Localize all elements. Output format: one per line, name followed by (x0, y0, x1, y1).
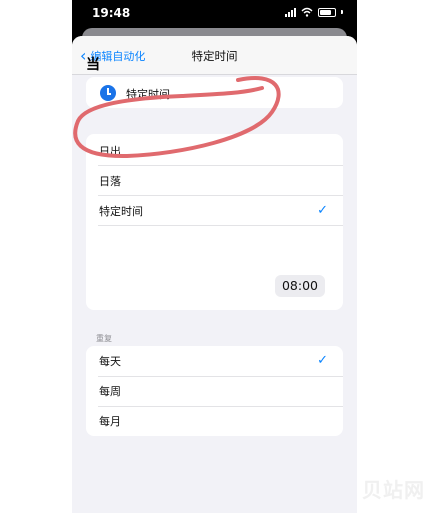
option-sunrise[interactable]: 日出 (86, 143, 343, 165)
battery-icon (318, 7, 336, 17)
phone-screen: 19:48 ‹ 编辑自动化 特定时间 当 特定时间 日出 日落 特定时间 ✓ 0… (72, 0, 357, 513)
selected-trigger-card[interactable]: 特定时间 (86, 77, 343, 108)
navigation-bar: ‹ 编辑自动化 特定时间 (72, 36, 357, 75)
repeat-option-weekly[interactable]: 每周 (86, 383, 343, 405)
trigger-options-card: 日出 日落 特定时间 ✓ 08:00 (86, 134, 343, 310)
checkmark-icon: ✓ (317, 203, 328, 218)
repeat-option-monthly[interactable]: 每月 (86, 413, 343, 435)
checkmark-icon: ✓ (317, 353, 328, 368)
wifi-icon (301, 7, 313, 17)
status-bar: 19:48 (72, 0, 357, 28)
repeat-header: 重复 (96, 334, 112, 343)
option-specific-time[interactable]: 特定时间 ✓ (86, 203, 343, 225)
option-label: 每周 (99, 385, 121, 398)
selected-trigger-label: 特定时间 (126, 88, 170, 101)
divider (98, 406, 343, 407)
battery-tip (341, 10, 343, 14)
repeat-option-daily[interactable]: 每天 ✓ (86, 353, 343, 375)
clock-icon (100, 85, 116, 101)
cellular-signal-icon (285, 7, 296, 17)
divider (98, 376, 343, 377)
repeat-options-card: 每天 ✓ 每周 每月 (86, 346, 343, 436)
time-picker[interactable]: 08:00 (275, 275, 325, 297)
watermark: 贝站网 (362, 478, 425, 502)
option-label: 日出 (99, 145, 121, 158)
divider (98, 225, 343, 226)
page-title: 特定时间 (191, 49, 238, 63)
option-label: 特定时间 (99, 205, 143, 218)
status-time: 19:48 (92, 6, 131, 20)
divider (98, 165, 343, 166)
divider (98, 195, 343, 196)
option-label: 日落 (99, 175, 121, 188)
status-icons (285, 7, 343, 17)
option-label: 每天 (99, 355, 121, 368)
section-title: 当 (86, 57, 100, 73)
option-sunset[interactable]: 日落 (86, 173, 343, 195)
option-label: 每月 (99, 415, 121, 428)
